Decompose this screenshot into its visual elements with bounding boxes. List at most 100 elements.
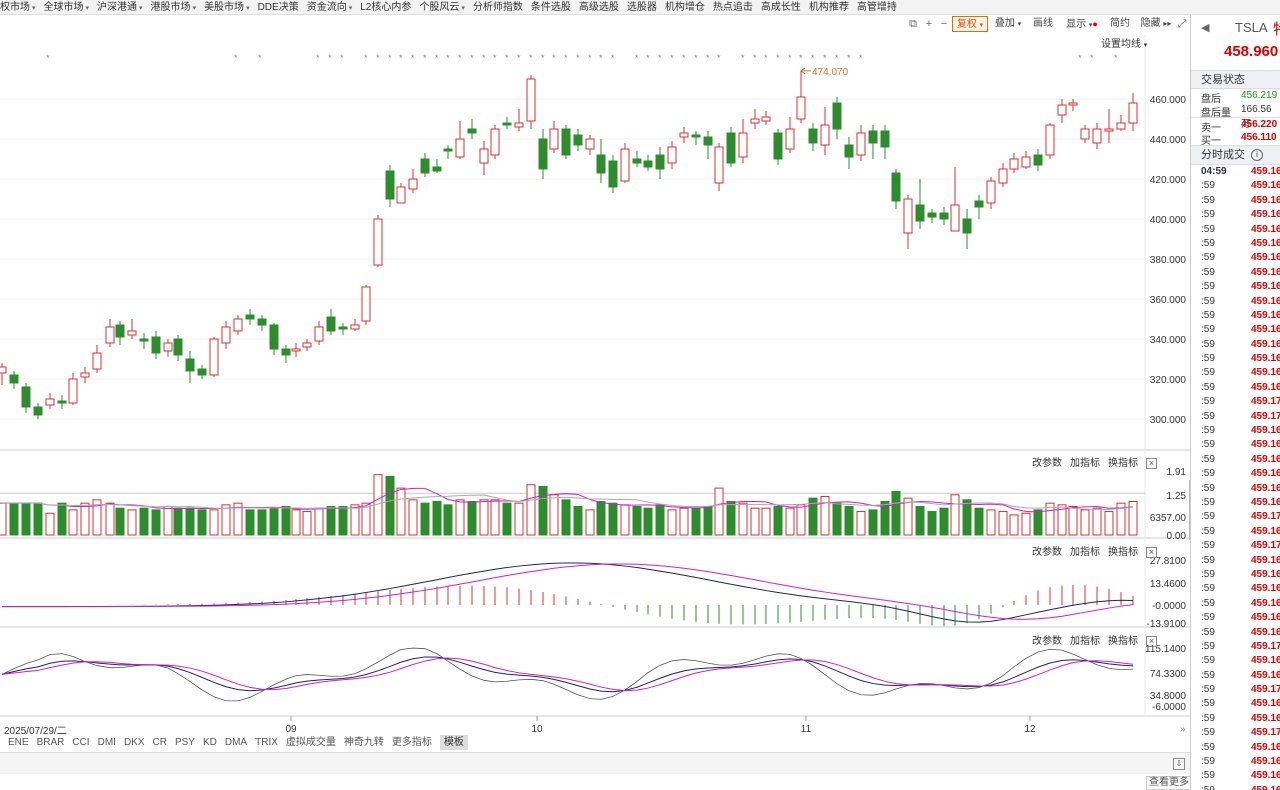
vol-params-button[interactable]: 改参数 — [1032, 458, 1062, 469]
view-more-link[interactable]: 查看更多 — [1146, 776, 1192, 790]
signal-marker: * — [811, 53, 815, 63]
candle — [245, 314, 255, 320]
trade-time: :59 — [1201, 684, 1215, 696]
trade-time: :59 — [1201, 540, 1215, 552]
menu-item-15[interactable]: 高成长性 — [753, 0, 801, 14]
indicator-tab-神奇九转[interactable]: 神奇九转 — [344, 735, 384, 750]
menu-item-17[interactable]: 高管增持 — [849, 0, 897, 14]
trade-time: :59 — [1201, 698, 1215, 710]
menu-item-0[interactable]: 权市场 ▾ — [0, 0, 36, 14]
collapse-arrow-icon[interactable]: ◀ — [1201, 21, 1209, 34]
volume-bar — [939, 507, 949, 536]
signal-marker: * — [423, 53, 427, 63]
indicator-tab-虚拟成交量[interactable]: 虚拟成交量 — [286, 735, 336, 750]
indicator-tab-dmi[interactable]: DMI — [98, 735, 116, 750]
vol-add-indicator-button[interactable]: 加指标 — [1070, 458, 1100, 469]
indicator-tab-ene[interactable]: ENE — [8, 735, 29, 750]
kdj-params-button[interactable]: 改参数 — [1032, 636, 1062, 647]
macd-add-indicator-button[interactable]: 加指标 — [1070, 547, 1100, 558]
display-button[interactable]: 显示 ▾● — [1064, 16, 1100, 32]
menu-item-6[interactable]: 资金流向 ▾ — [299, 0, 353, 14]
menu-item-13[interactable]: 机构增仓 — [657, 0, 705, 14]
x-tick-label: 10 — [531, 724, 543, 735]
max-price-label: 474.070 — [812, 67, 849, 78]
menu-item-4[interactable]: 美股市场 ▾ — [196, 0, 250, 14]
trade-price: 459.16 — [1251, 597, 1280, 609]
copy-icon[interactable]: ⧉ — [907, 16, 919, 32]
macd-switch-indicator-button[interactable]: 换指标 — [1108, 547, 1138, 558]
vol-switch-indicator-button[interactable]: 换指标 — [1108, 458, 1138, 469]
indicator-tab-dkx[interactable]: DKX — [124, 735, 145, 750]
menu-item-3[interactable]: 港股市场 ▾ — [143, 0, 197, 14]
trade-row: :59 459.16 — [1191, 654, 1280, 668]
candle — [45, 398, 55, 406]
trade-time: :59 — [1201, 568, 1215, 580]
zoom-out-icon[interactable]: − — [938, 16, 950, 32]
macd-close-icon[interactable]: × — [1146, 547, 1157, 558]
trade-time: :59 — [1201, 468, 1215, 480]
signal-marker: * — [482, 53, 486, 63]
menu-item-10[interactable]: 条件选股 — [523, 0, 571, 14]
indicator-tab-cr[interactable]: CR — [153, 735, 167, 750]
indicator-tab-cci[interactable]: CCI — [72, 735, 89, 750]
kdj-add-indicator-button[interactable]: 加指标 — [1070, 636, 1100, 647]
overlay-button[interactable]: 叠加 ▾ — [991, 16, 1025, 32]
macd-params-button[interactable]: 改参数 — [1032, 547, 1062, 558]
download-icon[interactable]: ⇩ — [1173, 758, 1185, 770]
info-icon[interactable]: i — [1251, 149, 1263, 161]
menu-item-7[interactable]: L2核心内参 — [352, 0, 411, 14]
indicator-tab-kd[interactable]: KD — [203, 735, 217, 750]
indicator-tab-模板[interactable]: 模板 — [439, 735, 468, 750]
signal-marker: * — [541, 53, 545, 63]
restore-rights-button[interactable]: 复权 ▾ — [952, 16, 988, 32]
menu-item-8[interactable]: 个股风云 ▾ — [411, 0, 465, 14]
chart-canvas[interactable]: 460.000 440.000 420.000 400.000 380.000 360.0… — [0, 35, 1190, 735]
menu-item-14[interactable]: 热点追击 — [705, 0, 753, 14]
simple-mode-button[interactable]: 简约 — [1108, 16, 1132, 32]
draw-line-button[interactable]: 画线 — [1031, 16, 1055, 32]
trade-row: :59 459.16 — [1191, 237, 1280, 251]
menu-item-9[interactable]: 分析师指数 — [465, 0, 523, 14]
candle — [868, 130, 878, 144]
menu-item-label: 港股市场 — [150, 2, 191, 13]
trade-time: :59 — [1201, 324, 1215, 336]
menu-item-12[interactable]: 选股器 — [619, 0, 657, 14]
volume-bar — [679, 507, 689, 536]
trade-time: :59 — [1201, 597, 1215, 609]
trade-price: 459.17 — [1251, 396, 1280, 408]
hide-button[interactable]: 隐藏 ▸▸ — [1138, 16, 1174, 32]
menu-item-11[interactable]: 高级选股 — [571, 0, 619, 14]
trade-row: :59 459.16 — [1191, 338, 1280, 352]
menu-item-1[interactable]: 全球市场 ▾ — [36, 0, 90, 14]
zoom-in-icon[interactable]: + — [923, 16, 935, 32]
x-tick-label: 11 — [801, 724, 812, 735]
volume-bar — [1092, 507, 1102, 536]
chart-area[interactable]: 460.000 440.000 420.000 400.000 380.000 360.0… — [0, 35, 1190, 735]
trade-time: :59 — [1201, 482, 1215, 494]
ma-settings[interactable]: 设置均线 ▾ — [1093, 35, 1147, 50]
menu-item-2[interactable]: 沪深港通 ▾ — [89, 0, 143, 14]
volume-bar — [998, 511, 1008, 536]
trade-time: :59 — [1201, 712, 1215, 724]
fullscreen-icon[interactable]: ⤢ — [1176, 16, 1188, 32]
candle — [526, 78, 536, 122]
indicator-tab-psy[interactable]: PSY — [175, 735, 195, 750]
menu-item-16[interactable]: 机构推荐 — [801, 0, 849, 14]
indicator-tab-brar[interactable]: BRAR — [37, 735, 65, 750]
vol-close-icon[interactable]: × — [1146, 458, 1157, 469]
indicator-tab-dma[interactable]: DMA — [225, 735, 247, 750]
quote-rows: 盘后 456.219 盘后量 166.56万 卖一 456.220 买一 456.110 — [1191, 89, 1280, 147]
candle — [281, 348, 291, 356]
candle — [361, 286, 371, 322]
kdj-switch-indicator-button[interactable]: 换指标 — [1108, 636, 1138, 647]
trade-price: 459.16 — [1251, 237, 1280, 249]
kdj-close-icon[interactable]: × — [1146, 636, 1157, 647]
indicator-tab-更多指标[interactable]: 更多指标 — [392, 735, 432, 750]
signal-marker: * — [847, 53, 851, 63]
menu-item-5[interactable]: DDE决策 — [250, 0, 299, 14]
price-tick-label: 300.000 — [1150, 415, 1187, 426]
trade-row: :59 459.16 — [1191, 309, 1280, 323]
candle — [350, 324, 360, 330]
candle — [291, 348, 301, 352]
indicator-tab-trix[interactable]: TRIX — [255, 735, 278, 750]
